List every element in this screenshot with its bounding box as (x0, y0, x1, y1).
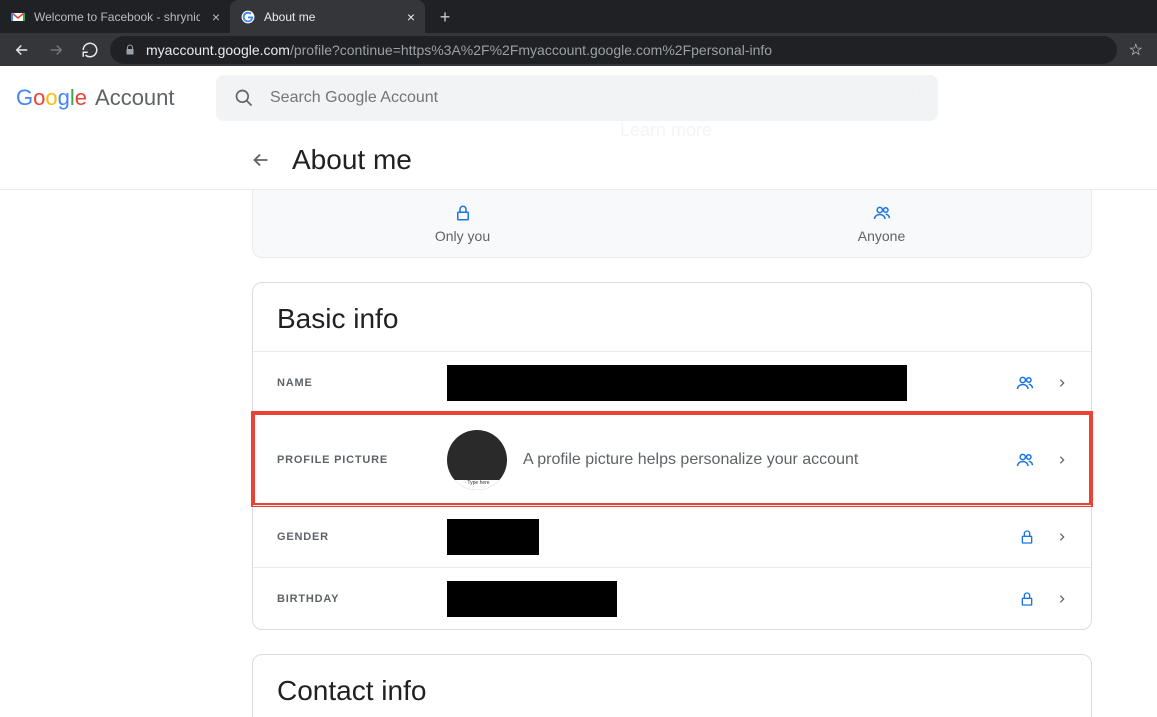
browser-tab-about-me[interactable]: About me × (230, 0, 425, 33)
tab-strip: Welcome to Facebook - shrynidhi × About … (0, 0, 1157, 33)
chevron-right-icon (1057, 375, 1067, 391)
subheader: About me Learn more (0, 130, 1157, 190)
people-icon (1015, 374, 1035, 392)
chevron-right-icon (1057, 591, 1067, 607)
google-account-logo[interactable]: Google Account (16, 85, 216, 111)
back-button[interactable] (8, 36, 36, 64)
avatar: · Type here (447, 430, 507, 490)
row-name[interactable]: NAME (253, 351, 1091, 413)
lock-icon (1019, 590, 1035, 608)
profile-picture-label: PROFILE PICTURE (277, 454, 447, 466)
name-label: NAME (277, 377, 447, 389)
gender-value-redacted (447, 519, 539, 555)
basic-info-heading: Basic info (253, 303, 1091, 345)
search-icon (234, 88, 254, 108)
forward-button[interactable] (42, 36, 70, 64)
back-arrow-icon[interactable] (250, 149, 274, 171)
profile-picture-description: A profile picture helps personalize your… (523, 451, 858, 469)
lock-icon (1019, 528, 1035, 546)
gmail-icon (10, 9, 26, 25)
reload-button[interactable] (76, 36, 104, 64)
only-you-label: Only you (435, 228, 490, 244)
address-bar: myaccount.google.com/profile?continue=ht… (0, 33, 1157, 66)
close-tab-icon[interactable]: × (212, 9, 220, 25)
bookmark-star-icon[interactable]: ☆ (1123, 40, 1149, 60)
new-tab-button[interactable]: + (431, 3, 459, 31)
birthday-label: BIRTHDAY (277, 593, 447, 605)
page-header: Google Account u (0, 66, 1157, 130)
browser-tab-facebook[interactable]: Welcome to Facebook - shrynidhi × (0, 0, 230, 33)
anyone-label: Anyone (858, 228, 905, 244)
page-body: Google Account u About me Learn more Onl… (0, 66, 1157, 717)
visibility-only-you[interactable]: Only you (253, 190, 672, 257)
people-icon (1015, 451, 1035, 469)
visibility-anyone[interactable]: Anyone (672, 190, 1091, 257)
contact-info-card: Contact info (252, 654, 1092, 717)
url-text: myaccount.google.com/profile?continue=ht… (146, 42, 772, 58)
ghost-text: u (909, 86, 917, 103)
lock-icon (124, 44, 136, 56)
google-logo: Google (16, 85, 87, 111)
contact-info-heading: Contact info (253, 675, 1091, 717)
search-bar[interactable] (216, 75, 938, 121)
gender-label: GENDER (277, 531, 447, 543)
close-tab-icon[interactable]: × (407, 9, 415, 25)
row-gender[interactable]: GENDER (253, 505, 1091, 567)
page-title: About me (292, 144, 412, 176)
account-word: Account (95, 85, 175, 111)
name-value-redacted (447, 365, 907, 401)
ghost-learn-more: Learn more (620, 120, 712, 141)
google-g-icon (240, 9, 256, 25)
chevron-right-icon (1057, 452, 1067, 468)
people-icon (872, 204, 892, 222)
birthday-value-redacted (447, 581, 617, 617)
chevron-right-icon (1057, 529, 1067, 545)
row-profile-picture[interactable]: PROFILE PICTURE · Type here A profile pi… (253, 413, 1091, 505)
tab-title: About me (264, 10, 395, 24)
search-input[interactable] (270, 89, 920, 107)
visibility-toggle-row: Only you Anyone (252, 190, 1092, 258)
lock-icon (454, 204, 472, 222)
tab-title: Welcome to Facebook - shrynidhi (34, 10, 200, 24)
row-birthday[interactable]: BIRTHDAY (253, 567, 1091, 629)
basic-info-card: Basic info NAME PROFILE PICTURE · Type h… (252, 282, 1092, 630)
url-field[interactable]: myaccount.google.com/profile?continue=ht… (110, 36, 1117, 64)
